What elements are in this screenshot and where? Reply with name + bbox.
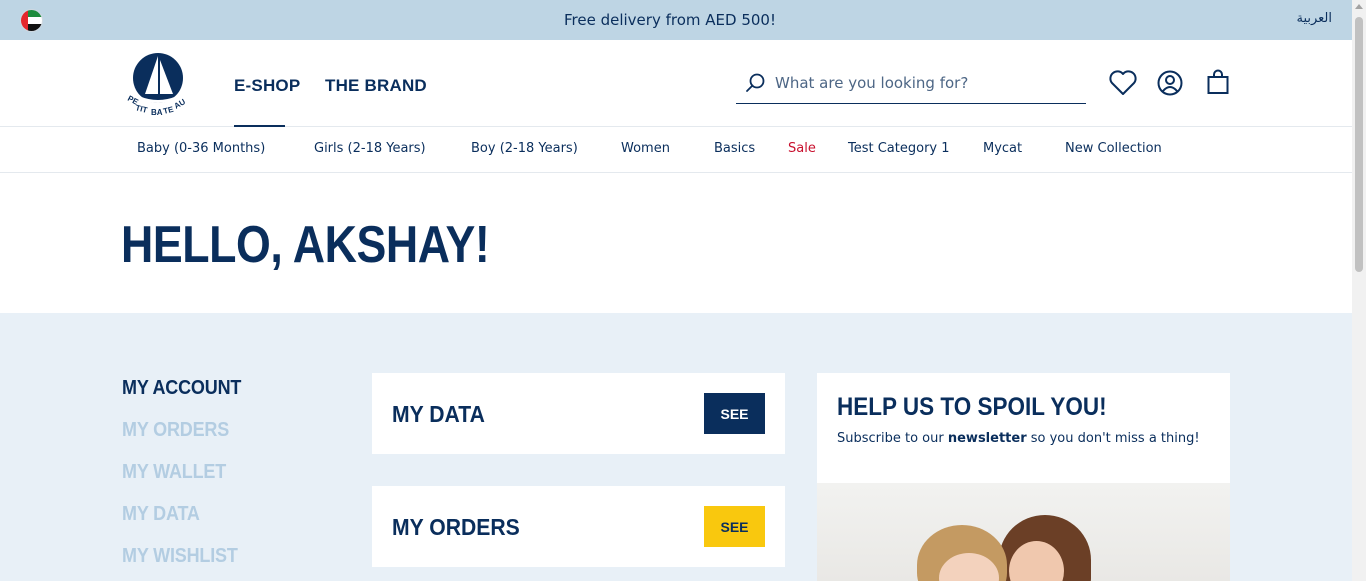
- sidebar-item-my-orders[interactable]: MY ORDERS: [122, 419, 229, 442]
- category-boy[interactable]: Boy (2-18 Years): [471, 141, 578, 156]
- category-sale[interactable]: Sale: [788, 141, 816, 156]
- shopping-bag-icon[interactable]: [1203, 68, 1233, 98]
- nav-the-brand[interactable]: THE BRAND: [325, 76, 427, 96]
- see-my-data-button[interactable]: SEE: [704, 393, 765, 434]
- my-orders-card: MY ORDERS SEE: [372, 486, 785, 567]
- free-delivery-banner: Free delivery from AED 500!: [564, 11, 776, 29]
- sidebar-item-my-data[interactable]: MY DATA: [122, 503, 200, 526]
- category-basics[interactable]: Basics: [714, 141, 755, 156]
- card-title: MY ORDERS: [392, 514, 520, 540]
- see-my-orders-button[interactable]: SEE: [704, 506, 765, 547]
- newsletter-promo-card: HELP US TO SPOIL YOU! Subscribe to our n…: [817, 373, 1230, 581]
- scrollbar-thumb[interactable]: [1355, 17, 1363, 272]
- search-bar[interactable]: [736, 64, 1086, 104]
- greeting-heading: HELLO, AKSHAY!: [121, 216, 490, 274]
- sidebar-item-my-account[interactable]: MY ACCOUNT: [122, 377, 241, 400]
- nav-eshop[interactable]: E-SHOP: [234, 76, 300, 96]
- my-data-card: MY DATA SEE: [372, 373, 785, 454]
- newsletter-title: HELP US TO SPOIL YOU!: [837, 393, 1107, 421]
- account-user-icon[interactable]: [1155, 68, 1185, 98]
- page-scrollbar[interactable]: [1352, 0, 1366, 581]
- category-nav: Baby (0-36 Months) Girls (2-18 Years) Bo…: [0, 127, 1352, 173]
- card-title: MY DATA: [392, 401, 485, 427]
- petit-bateau-logo[interactable]: PE TIT BA TE AU: [121, 50, 195, 118]
- newsletter-link[interactable]: newsletter: [948, 431, 1027, 446]
- search-icon[interactable]: [744, 72, 766, 94]
- language-switch-link[interactable]: العربية: [1296, 11, 1332, 26]
- category-new-collection[interactable]: New Collection: [1065, 141, 1162, 156]
- category-test-1[interactable]: Test Category 1: [848, 141, 950, 156]
- category-mycat[interactable]: Mycat: [983, 141, 1022, 156]
- category-girls[interactable]: Girls (2-18 Years): [314, 141, 426, 156]
- svg-text:AU: AU: [173, 97, 188, 111]
- top-announcement-bar: Free delivery from AED 500! العربية: [0, 0, 1352, 40]
- newsletter-kids-photo: [817, 483, 1230, 581]
- newsletter-text: Subscribe to our newsletter so you don't…: [837, 431, 1200, 446]
- svg-text:TIT: TIT: [135, 103, 149, 115]
- category-women[interactable]: Women: [621, 141, 670, 156]
- search-input[interactable]: [775, 72, 1075, 94]
- category-baby[interactable]: Baby (0-36 Months): [137, 141, 265, 156]
- svg-text:TE: TE: [162, 105, 175, 116]
- sidebar-item-my-wallet[interactable]: MY WALLET: [122, 461, 226, 484]
- wishlist-heart-icon[interactable]: [1108, 68, 1138, 98]
- sidebar-item-my-wishlist[interactable]: MY WISHLIST: [122, 545, 238, 568]
- svg-text:BA: BA: [151, 108, 163, 117]
- site-header: PE TIT BA TE AU E-SHOP THE BRAND: [0, 40, 1352, 127]
